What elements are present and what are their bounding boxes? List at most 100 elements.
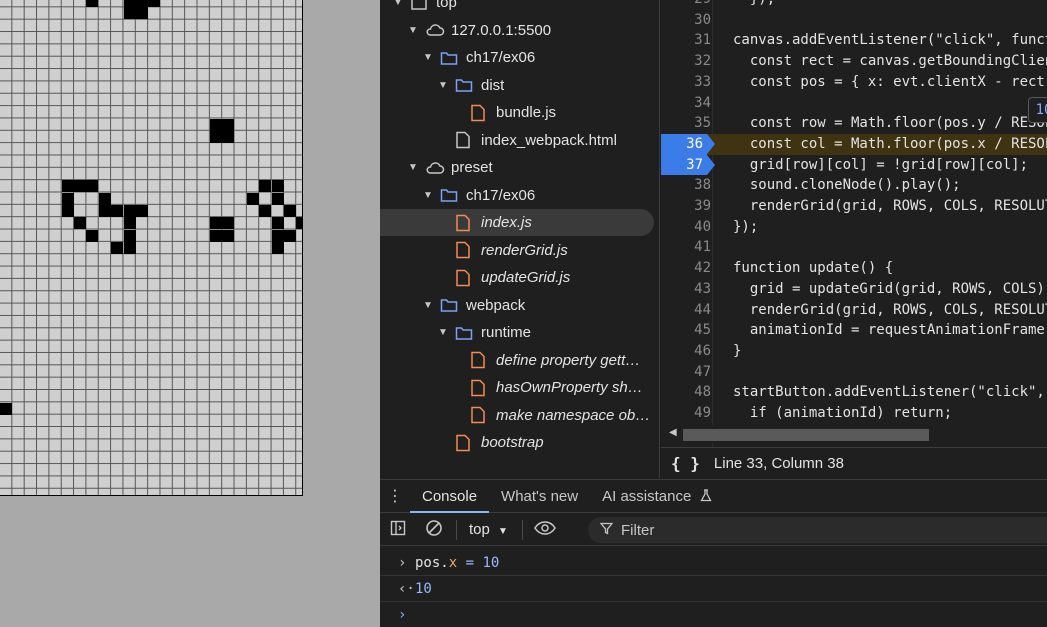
console-filter[interactable]: Filter [588, 517, 1047, 543]
live-cell[interactable] [74, 217, 87, 230]
live-cell[interactable] [222, 130, 235, 143]
live-cell[interactable] [98, 204, 111, 217]
live-cell[interactable] [209, 118, 222, 131]
line-number[interactable]: 49 [661, 403, 711, 424]
code-line[interactable]: 49 if (animationId) return; [661, 403, 1047, 424]
code-line[interactable]: 43 grid = updateGrid(grid, ROWS, COLS); [661, 279, 1047, 300]
game-grid-canvas[interactable] [0, 0, 303, 496]
tab-console[interactable]: Console [410, 480, 490, 513]
tree-item[interactable]: make namespace ob… [380, 402, 659, 429]
expand-arrow-icon[interactable]: ▼ [420, 190, 436, 201]
tree-item[interactable]: ▼ top [380, 0, 659, 16]
scroll-left-icon[interactable]: ◀ [669, 427, 677, 438]
live-cell[interactable] [271, 180, 284, 193]
live-cell[interactable] [284, 204, 297, 217]
expand-arrow-icon[interactable]: ▼ [390, 0, 406, 8]
expand-arrow-icon[interactable]: ▼ [405, 25, 421, 36]
breakpoint-line-number[interactable]: 36 [661, 133, 715, 155]
live-cell[interactable] [284, 229, 297, 242]
sidebar-toggle-icon[interactable] [380, 520, 416, 540]
tree-item[interactable]: index_webpack.html [380, 127, 659, 154]
live-cell[interactable] [271, 192, 284, 205]
live-cell[interactable] [247, 192, 259, 205]
expand-arrow-icon[interactable]: ▼ [435, 327, 451, 338]
live-cell[interactable] [222, 229, 235, 242]
line-number[interactable]: 42 [661, 258, 711, 279]
live-cell[interactable] [209, 217, 222, 230]
live-cell[interactable] [259, 204, 272, 217]
code-line[interactable]: 29 }); [661, 0, 1047, 10]
live-cell[interactable] [61, 192, 74, 205]
tree-item[interactable]: ▼ preset [380, 154, 659, 181]
live-cell[interactable] [148, 0, 161, 7]
code-line[interactable]: 44 renderGrid(grid, ROWS, COLS, RESOLUTI… [661, 300, 1047, 321]
live-cell[interactable] [86, 229, 99, 242]
live-cell[interactable] [271, 242, 284, 254]
line-number[interactable]: 40 [661, 217, 711, 238]
context-selector[interactable]: top ▼ [461, 521, 518, 538]
code-line[interactable]: 39 renderGrid(grid, ROWS, COLS, RESOLUTI… [661, 196, 1047, 217]
tree-item[interactable]: ▼ 127.0.0.1:5500 [380, 17, 659, 44]
live-cell[interactable] [222, 118, 235, 131]
code-line[interactable]: 38 sound.cloneNode().play(); [661, 175, 1047, 196]
live-cell[interactable] [123, 0, 136, 7]
live-cell[interactable] [271, 229, 284, 242]
live-cell[interactable] [135, 7, 148, 20]
tree-item[interactable]: ▼ ch17/ex06 [380, 182, 659, 209]
line-number[interactable]: 29 [661, 0, 711, 10]
line-number[interactable]: 35 [661, 113, 711, 134]
expand-arrow-icon[interactable]: ▼ [435, 80, 451, 91]
live-cell[interactable] [86, 0, 99, 7]
live-cell[interactable] [123, 217, 136, 230]
scrollbar-thumb[interactable] [683, 429, 929, 441]
line-number[interactable]: 38 [661, 175, 711, 196]
tab-ai-assistance[interactable]: AI assistance [590, 480, 723, 513]
expand-arrow-icon[interactable]: ▼ [420, 300, 436, 311]
live-cell[interactable] [209, 229, 222, 242]
console-prompt[interactable]: › [380, 602, 1047, 627]
live-cell[interactable] [135, 204, 148, 217]
editor-horizontal-scrollbar[interactable]: ◀ [661, 425, 1047, 443]
tab-whats-new[interactable]: What's new [489, 480, 590, 513]
pretty-print-icon[interactable]: { } [671, 454, 700, 473]
line-number[interactable]: 46 [661, 341, 711, 362]
live-cell[interactable] [296, 217, 302, 230]
expand-arrow-icon[interactable]: ▼ [420, 52, 436, 63]
breakpoint-line-number[interactable]: 37 [661, 154, 715, 176]
code-line[interactable]: 46} [661, 341, 1047, 362]
live-cell[interactable] [259, 180, 272, 193]
tree-item[interactable]: define property gett… [380, 347, 659, 374]
line-number[interactable]: 39 [661, 196, 711, 217]
line-number[interactable]: 31 [661, 30, 711, 51]
tree-item[interactable]: ▼ dist [380, 72, 659, 99]
code-line[interactable]: 47 [661, 362, 1047, 383]
live-cell[interactable] [123, 229, 136, 242]
live-cell[interactable] [74, 180, 87, 193]
filter-input[interactable]: Filter [621, 522, 654, 539]
code-line[interactable]: 40}); [661, 217, 1047, 238]
tree-item[interactable]: updateGrid.js [380, 264, 659, 291]
live-cell[interactable] [222, 217, 235, 230]
live-cell[interactable] [135, 0, 148, 7]
tree-item[interactable]: ▼ ch17/ex06 [380, 44, 659, 71]
code-line[interactable]: 33 const pos = { x: evt.clientX - rect.l… [661, 72, 1047, 93]
code-editor[interactable]: 29 });3031canvas.addEventListener("click… [661, 0, 1047, 447]
line-number[interactable]: 33 [661, 72, 711, 93]
live-cell[interactable] [61, 180, 74, 193]
code-line[interactable]: 30 [661, 10, 1047, 31]
live-cell[interactable] [98, 192, 111, 205]
line-number[interactable]: 43 [661, 279, 711, 300]
live-cell[interactable] [0, 402, 12, 415]
code-line[interactable]: 42 function update() { [661, 258, 1047, 279]
live-cell[interactable] [111, 242, 124, 254]
code-line[interactable]: 36 const col = Math.floor(pos.x / RESOLU [661, 133, 1047, 155]
line-number[interactable]: 41 [661, 237, 711, 258]
code-line[interactable]: 32 const rect = canvas.getBoundingClient… [661, 51, 1047, 72]
expand-arrow-icon[interactable]: ▼ [405, 162, 421, 173]
live-cell[interactable] [123, 204, 136, 217]
code-line[interactable]: 37 grid[row][col] = !grid[row][col]; [661, 154, 1047, 176]
line-number[interactable]: 47 [661, 362, 711, 383]
tree-item[interactable]: renderGrid.js [380, 237, 659, 264]
code-line[interactable]: 34 [661, 93, 1047, 114]
code-line[interactable]: 41 [661, 237, 1047, 258]
